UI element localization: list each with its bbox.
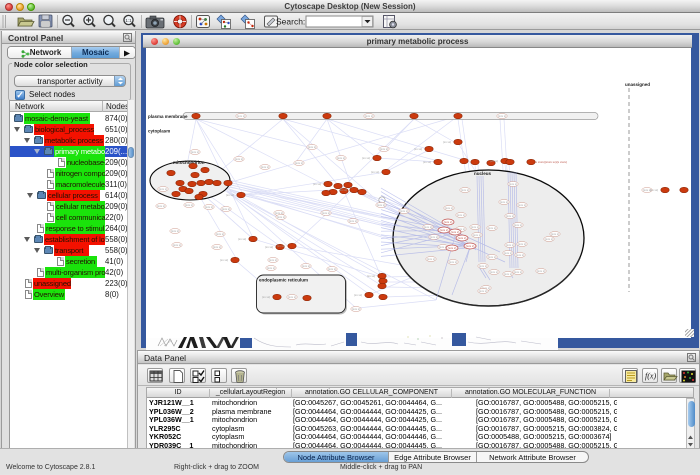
svg-text:(xx xx): (xx xx)	[313, 182, 321, 186]
svg-text:(xxx x): (xxx x)	[173, 243, 181, 247]
svg-text:(xxx x): (xxx x)	[445, 206, 453, 210]
svg-text:(xxx x): (xxx x)	[490, 270, 498, 274]
svg-text:(xxx x): (xxx x)	[191, 150, 199, 154]
svg-text:(xxx x): (xxx x)	[551, 232, 559, 236]
svg-text:(xxx x): (xxx x)	[427, 257, 435, 261]
svg-text:(xx xx): (xx xx)	[362, 156, 370, 160]
svg-text:(xxx x): (xxx x)	[516, 253, 524, 257]
svg-text:(xxx x): (xxx x)	[365, 114, 373, 118]
svg-text:(xxx x): (xxx x)	[380, 147, 388, 151]
svg-text:(xxx x): (xxx x)	[352, 307, 360, 311]
svg-text:(xx xx): (xx xx)	[490, 159, 498, 163]
svg-text:(xxx x): (xxx x)	[451, 230, 460, 234]
svg-text:(xxx x): (xxx x)	[322, 211, 330, 215]
svg-text:(xxx x): (xxx x)	[424, 225, 432, 229]
svg-text:(xxx x): (xxx x)	[518, 242, 526, 246]
svg-text:(xxx x): (xxx x)	[498, 114, 506, 118]
svg-text:unassigned: unassigned	[625, 82, 650, 87]
svg-text:(xxx x): (xxx x)	[488, 226, 496, 230]
svg-text:(xxx x): (xxx x)	[171, 229, 179, 233]
svg-text:(xxx x): (xxx x)	[514, 270, 522, 274]
svg-text:(xxx x): (xxx x)	[328, 267, 336, 271]
svg-text:(xxx x): (xxx x)	[302, 264, 310, 268]
svg-text:(xx xx): (xx xx)	[226, 193, 234, 197]
svg-text:(xxx x): (xxx x)	[288, 295, 296, 299]
svg-text:(xx xx): (xx xx)	[443, 140, 451, 144]
svg-text:(xxx x): (xxx x)	[269, 258, 277, 262]
svg-text:(xx xx): (xx xx)	[238, 237, 246, 241]
svg-text:(xxx x): (xxx x)	[457, 213, 465, 217]
svg-text:(xxx x): (xxx x)	[537, 269, 545, 273]
svg-text:(xxx x): (xxx x)	[504, 272, 512, 276]
svg-text:(xxx x): (xxx x)	[377, 203, 385, 207]
svg-text:(xxx x): (xxx x)	[509, 182, 517, 186]
svg-text:(xx xx): (xx xx)	[371, 170, 379, 174]
svg-text:(xxx x): (xxx x)	[500, 200, 508, 204]
svg-text:(xxx x): (xxx x)	[157, 204, 165, 208]
svg-text:(xxx x): (xxx x)	[205, 205, 213, 209]
svg-text:(xx xx): (xx xx)	[339, 188, 347, 192]
svg-text:(xxx x): (xxx x)	[295, 161, 303, 165]
svg-text:(xxx x): (xxx x)	[261, 165, 269, 169]
svg-text:(xxx x): (xxx x)	[277, 215, 285, 219]
svg-text:(xx xx): (xx xx)	[650, 188, 658, 192]
svg-text:Search:: Search:	[276, 17, 305, 27]
svg-text:(xx xx): (xx xx)	[414, 147, 422, 151]
svg-text:(xxx x): (xxx x)	[349, 219, 357, 223]
svg-text:(xxx x): (xxx x)	[506, 243, 514, 247]
svg-text:(xxx x): (xxx x)	[458, 236, 467, 240]
svg-text:1:1: 1:1	[125, 18, 132, 23]
svg-text:(xxx x): (xxx x)	[237, 114, 245, 118]
svg-text:(xxx x): (xxx x)	[461, 188, 469, 192]
svg-text:nucleus: nucleus	[474, 171, 492, 176]
svg-text:endoplasmic reticulum: endoplasmic reticulum	[259, 278, 308, 283]
svg-text:(xxx x): (xxx x)	[308, 145, 316, 149]
svg-text:(xxx x): (xxx x)	[216, 232, 224, 236]
svg-text:(xxx x): (xxx x)	[430, 235, 438, 239]
svg-text:(xx xx): (xx xx)	[354, 293, 362, 297]
svg-text:(xxx x): (xxx x)	[159, 187, 167, 191]
svg-text:(xxx x): (xxx x)	[506, 214, 514, 218]
svg-text:(xxx x): (xxx x)	[518, 203, 526, 207]
svg-text:plasma membrane: plasma membrane	[148, 114, 188, 119]
svg-text:(xx xx): (xx xx)	[367, 274, 375, 278]
svg-text:(xxx x): (xxx x)	[400, 209, 408, 213]
svg-text:(xxx x): (xxx x)	[213, 245, 221, 249]
svg-text:(xxx x): (xxx x)	[440, 228, 449, 232]
svg-text:(xxx x): (xxx x)	[185, 203, 193, 207]
svg-text:(xxx x): (xxx x)	[222, 207, 230, 211]
svg-text:f(x): f(x)	[645, 372, 656, 381]
svg-text:(xx xx): (xx xx)	[262, 295, 270, 299]
svg-text:(xxx x): (xxx x)	[479, 289, 487, 293]
svg-text:(xx xx): (xx xx)	[265, 245, 273, 249]
svg-text:(xxx x): (xxx x)	[448, 246, 457, 250]
svg-text:(xx xx): (xx xx)	[423, 160, 431, 164]
svg-text:(xxx x): (xxx x)	[514, 223, 522, 227]
svg-text:(xx xx): (xx xx)	[220, 258, 228, 262]
svg-text:(xxx x): (xxx x)	[444, 220, 453, 224]
svg-text:(xxx x): (xxx x)	[466, 244, 475, 248]
svg-text:cytoplasm: cytoplasm	[148, 129, 170, 134]
svg-text:(xxx x): (xxx x)	[488, 255, 496, 259]
svg-text:(xx xx): (xx xx)	[277, 244, 285, 248]
svg-text:(xxx x): (xxx x)	[337, 156, 345, 160]
svg-text:(xxx x): (xxx x)	[545, 237, 553, 241]
svg-text:(xxx x): (xxx x)	[267, 266, 275, 270]
svg-text:(xxx x): (xxx x)	[449, 260, 457, 264]
svg-text:(xxx x): (xxx x)	[235, 157, 243, 161]
svg-text:(xxx x): (xxx x)	[479, 264, 487, 268]
svg-text:(xxx x): (xxx x)	[504, 251, 512, 255]
svg-text:(xxx x): (xxx x)	[473, 233, 481, 237]
svg-text:(xxx x): (xxx x)	[471, 225, 479, 229]
svg-text:(xx xxxx)(xxxx xx)(x xxxx): (xx xxxx)(xxxx xx)(x xxxx)	[533, 160, 567, 164]
svg-text:mitochondrion: mitochondrion	[173, 160, 205, 165]
